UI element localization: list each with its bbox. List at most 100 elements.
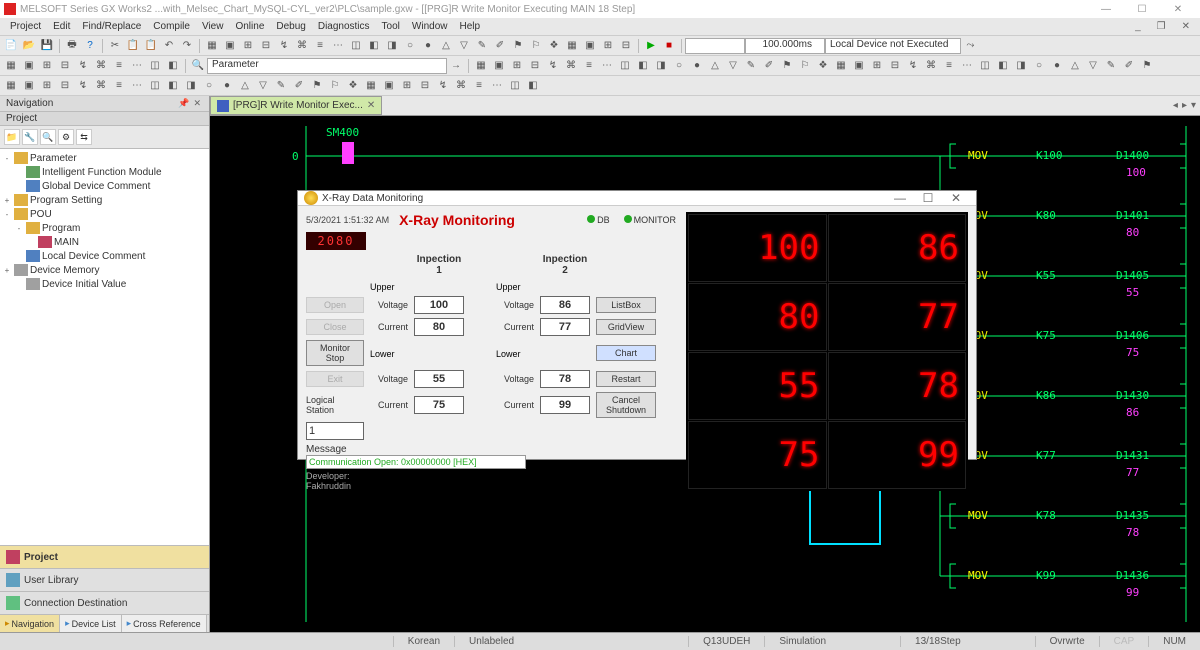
toolbar-icon[interactable]: ✐ (1121, 58, 1137, 74)
toolbar-icon[interactable]: ▦ (3, 58, 19, 74)
toolbar-icon[interactable]: ● (420, 38, 436, 54)
nav-bottom-conndest[interactable]: Connection Destination (0, 591, 209, 614)
maximize-button[interactable]: ☐ (1124, 4, 1160, 15)
nav-tab-navigation[interactable]: ▸Navigation (0, 615, 60, 632)
nav-ico-2[interactable]: 🔧 (22, 129, 38, 145)
nav-ico-1[interactable]: 📁 (4, 129, 20, 145)
toolbar-icon[interactable]: ↯ (75, 58, 91, 74)
toolbar-icon[interactable]: ⚑ (1139, 58, 1155, 74)
menu-diagnostics[interactable]: Diagnostics (312, 21, 376, 32)
goto-icon[interactable]: → (448, 58, 464, 74)
toolbar-icon[interactable]: ○ (402, 38, 418, 54)
btn-monitorstop[interactable]: Monitor Stop (306, 340, 364, 366)
toolbar-icon[interactable]: ⊞ (240, 38, 256, 54)
menu-project[interactable]: Project (4, 21, 47, 32)
doc-tab[interactable]: [PRG]R Write Monitor Exec... ✕ (210, 96, 382, 115)
toolbar-icon[interactable]: ↯ (276, 38, 292, 54)
tree-item[interactable]: +Program Setting (2, 193, 207, 207)
xray-titlebar[interactable]: X-Ray Data Monitoring — ☐ ✕ (298, 191, 976, 206)
toolbar-icon[interactable]: ❖ (815, 58, 831, 74)
tab-nav-right-icon[interactable]: ▸ (1182, 100, 1187, 111)
toolbar-icon[interactable]: ↯ (905, 58, 921, 74)
toolbar-icon[interactable]: ◧ (635, 58, 651, 74)
toolbar-icon[interactable]: ▽ (725, 58, 741, 74)
btn-cancel[interactable]: Cancel Shutdown (596, 392, 656, 418)
toolbar-icon[interactable]: ● (219, 78, 235, 94)
copy-icon[interactable]: 📋 (125, 38, 141, 54)
toolbar-icon[interactable]: ◧ (995, 58, 1011, 74)
toolbar-icon[interactable]: ≡ (111, 58, 127, 74)
menu-view[interactable]: View (196, 21, 230, 32)
mdi-restore[interactable]: ❐ (1151, 21, 1172, 32)
tab-nav-left-icon[interactable]: ◂ (1173, 100, 1178, 111)
save-icon[interactable]: 💾 (39, 38, 55, 54)
toolbar-icon[interactable]: ▦ (833, 58, 849, 74)
toolbar-icon[interactable]: △ (438, 38, 454, 54)
toolbar-icon[interactable]: ● (1049, 58, 1065, 74)
toolbar-icon[interactable]: ▽ (255, 78, 271, 94)
toolbar-icon[interactable]: ↯ (545, 58, 561, 74)
tree-item[interactable]: Global Device Comment (2, 179, 207, 193)
help-icon[interactable]: ? (82, 38, 98, 54)
toolbar-icon[interactable]: ⋯ (330, 38, 346, 54)
mdi-minimize[interactable]: _ (1129, 21, 1147, 32)
btn-restart[interactable]: Restart (596, 371, 656, 387)
xray-maximize[interactable]: ☐ (914, 191, 942, 205)
toolbar-icon[interactable]: △ (707, 58, 723, 74)
toolbar-icon[interactable]: ▦ (204, 38, 220, 54)
toolbar-icon[interactable]: ◫ (507, 78, 523, 94)
val-up1v[interactable]: 100 (414, 296, 464, 314)
val-lo1c[interactable]: 75 (414, 396, 464, 414)
toolbar-icon[interactable]: ↯ (75, 78, 91, 94)
toolbar-icon[interactable]: ◨ (653, 58, 669, 74)
project-tree[interactable]: -Parameter Intelligent Function Module G… (0, 149, 209, 545)
menu-tool[interactable]: Tool (376, 21, 406, 32)
toolbar-icon[interactable]: ▣ (582, 38, 598, 54)
message-box[interactable] (306, 455, 526, 469)
toolbar-icon[interactable]: ○ (201, 78, 217, 94)
xray-minimize[interactable]: — (886, 191, 914, 205)
toolbar-icon[interactable]: ≡ (941, 58, 957, 74)
toolbar-icon[interactable]: ◨ (384, 38, 400, 54)
toolbar-icon[interactable]: ⚑ (309, 78, 325, 94)
toolbar-icon[interactable]: ⚐ (327, 78, 343, 94)
toolbar-icon[interactable]: ≡ (111, 78, 127, 94)
nav-bottom-userlib[interactable]: User Library (0, 568, 209, 591)
toolbar-icon[interactable]: ○ (671, 58, 687, 74)
toolbar-icon[interactable]: ◧ (525, 78, 541, 94)
toolbar-icon[interactable]: ⌘ (93, 58, 109, 74)
menu-help[interactable]: Help (453, 21, 486, 32)
toolbar-icon[interactable]: ⌘ (923, 58, 939, 74)
tab-nav-menu-icon[interactable]: ▾ (1191, 100, 1196, 111)
menu-edit[interactable]: Edit (47, 21, 76, 32)
undo-icon[interactable]: ↶ (161, 38, 177, 54)
nav-ico-3[interactable]: 🔍 (40, 129, 56, 145)
toolbar-icon[interactable]: ≡ (471, 78, 487, 94)
toolbar-icon[interactable]: ⊟ (887, 58, 903, 74)
menu-online[interactable]: Online (229, 21, 270, 32)
btn-listbox[interactable]: ListBox (596, 297, 656, 313)
toolbar-icon[interactable]: ▦ (473, 58, 489, 74)
xray-close[interactable]: ✕ (942, 191, 970, 205)
toolbar-icon[interactable]: ◨ (1013, 58, 1029, 74)
toolbar-icon[interactable]: ⌘ (563, 58, 579, 74)
toolbar-icon[interactable]: ≡ (312, 38, 328, 54)
val-up2v[interactable]: 86 (540, 296, 590, 314)
toolbar-icon[interactable]: ○ (1031, 58, 1047, 74)
toolbar-icon[interactable]: ⚑ (510, 38, 526, 54)
toolbar-icon[interactable]: ▣ (21, 78, 37, 94)
open-icon[interactable]: 📂 (21, 38, 37, 54)
toolbar-icon[interactable]: ⊟ (417, 78, 433, 94)
toolbar-icon[interactable]: ⌘ (453, 78, 469, 94)
toolbar-combo-blank[interactable] (685, 38, 745, 54)
toolbar-icon[interactable]: ◫ (977, 58, 993, 74)
menu-window[interactable]: Window (406, 21, 454, 32)
val-up1c[interactable]: 80 (414, 318, 464, 336)
close-button[interactable]: ✕ (1160, 4, 1196, 15)
btn-gridview[interactable]: GridView (596, 319, 656, 335)
toolbar-icon[interactable]: ◫ (147, 78, 163, 94)
toolbar-icon[interactable]: △ (1067, 58, 1083, 74)
toolbar-icon[interactable]: ⊞ (399, 78, 415, 94)
toolbar-icon[interactable]: ⊞ (869, 58, 885, 74)
toolbar-icon[interactable]: ⊟ (57, 58, 73, 74)
